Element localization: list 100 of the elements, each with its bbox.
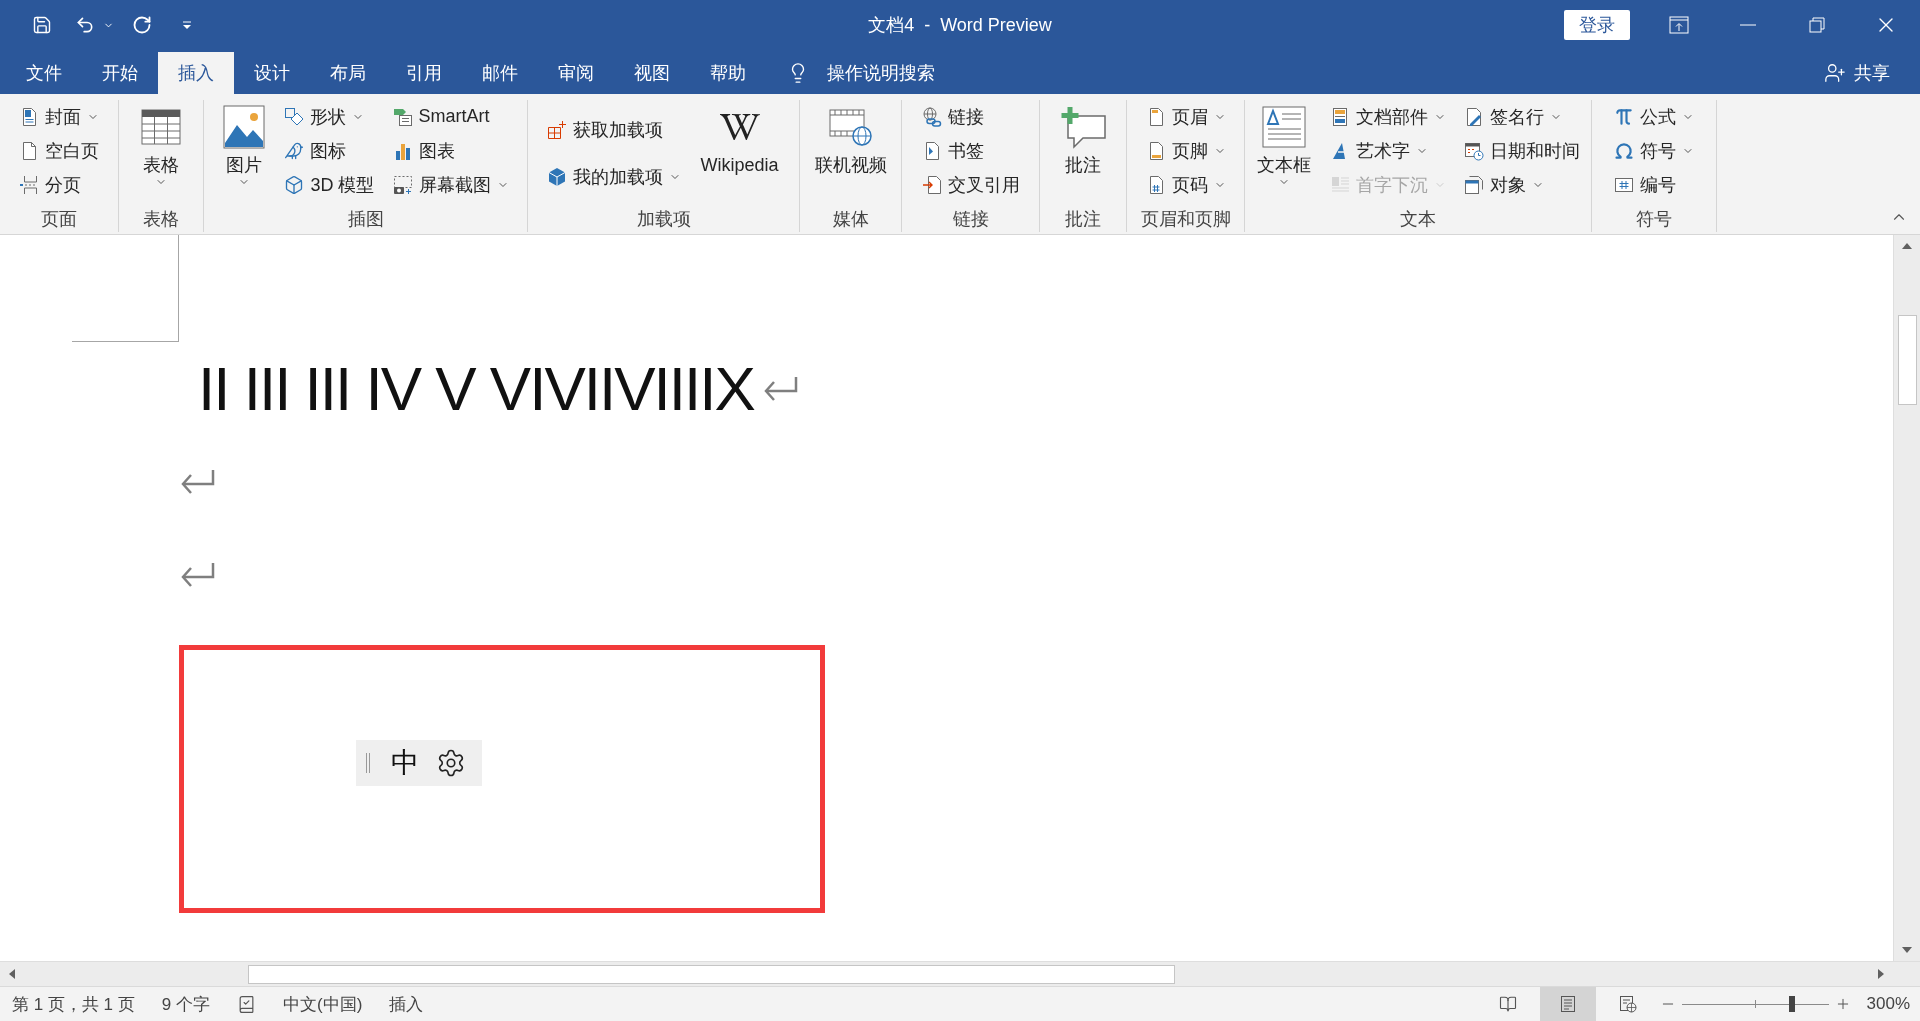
ribbon-button[interactable]: 图表 xyxy=(389,134,458,167)
zoom-slider-thumb[interactable] xyxy=(1788,996,1795,1012)
group-label: 符号 xyxy=(1635,208,1673,231)
paragraph-mark-icon xyxy=(179,467,216,496)
ribbon-button[interactable]: 形状 xyxy=(281,100,368,133)
ime-mode-button[interactable]: 中 xyxy=(391,749,419,777)
shapes-icon xyxy=(284,106,305,127)
group-label: 媒体 xyxy=(831,208,870,231)
ribbon-button[interactable]: 屏幕截图 xyxy=(389,168,512,201)
drop-cap-icon xyxy=(1330,174,1350,195)
redo-icon[interactable] xyxy=(132,15,152,35)
ribbon-tab[interactable]: 邮件 xyxy=(462,52,538,94)
book-check-icon[interactable] xyxy=(237,994,256,1014)
ribbon-button[interactable]: 艺术字 xyxy=(1327,134,1431,167)
film-globe-icon xyxy=(828,107,873,147)
group-label: 表格 xyxy=(142,208,180,231)
screenshot-icon xyxy=(392,174,413,195)
ribbon-button[interactable]: 页眉 xyxy=(1142,100,1229,133)
ribbon-button[interactable]: 文档部件 xyxy=(1327,100,1449,133)
ribbon-button[interactable]: 空白页 xyxy=(16,134,102,167)
page-pen-icon xyxy=(1464,106,1484,127)
ribbon-button[interactable]: 表格 xyxy=(137,100,185,188)
ribbon-button[interactable]: 图标 xyxy=(281,134,350,167)
ribbon-button[interactable]: 书签 xyxy=(918,134,987,167)
horizontal-scrollbar[interactable] xyxy=(0,961,1920,986)
ribbon-button[interactable]: 交叉引用 xyxy=(918,168,1023,201)
picture-icon xyxy=(223,105,266,149)
ribbon-button[interactable]: 日期和时间 xyxy=(1461,134,1583,167)
omega-icon xyxy=(1614,140,1634,161)
zoom-level[interactable]: 300% xyxy=(1866,994,1910,1014)
share-button[interactable]: 共享 xyxy=(1824,52,1890,94)
ribbon-button[interactable]: 签名行 xyxy=(1461,100,1565,133)
right-arrow-icon[interactable] xyxy=(1878,969,1884,979)
ribbon-tab[interactable]: 布局 xyxy=(310,52,386,94)
group-label: 插图 xyxy=(346,208,385,231)
ribbon-button[interactable]: 我的加载项 xyxy=(544,160,685,193)
ribbon-button[interactable]: 获取加载项 xyxy=(544,113,667,146)
diagram-icon xyxy=(392,106,413,127)
web-layout-icon xyxy=(1618,995,1637,1013)
ribbon-button[interactable]: 公式 xyxy=(1611,100,1697,133)
sign-in-button[interactable]: 登录 xyxy=(1564,10,1630,40)
word-count[interactable]: 9 个字 xyxy=(161,992,210,1016)
paragraph-mark-icon xyxy=(179,560,216,589)
group-label: 链接 xyxy=(951,208,990,231)
ribbon-button[interactable]: 页码 xyxy=(1142,168,1229,201)
ribbon-button[interactable]: 分页 xyxy=(16,168,84,201)
group-label: 文本 xyxy=(1399,208,1437,231)
person-plus-icon xyxy=(1824,62,1846,84)
grip-icon xyxy=(365,753,371,773)
ribbon-tab[interactable]: 视图 xyxy=(614,52,690,94)
down-arrow-icon[interactable] xyxy=(1902,947,1912,953)
ribbon-button[interactable]: 封面 xyxy=(16,100,102,133)
open-book-icon xyxy=(1498,995,1517,1013)
ribbon-button[interactable]: SmartArt xyxy=(389,100,493,133)
ribbon-button[interactable]: 3D 模型 xyxy=(281,168,378,201)
up-arrow-icon[interactable] xyxy=(1902,243,1912,249)
ribbon-button[interactable]: 联机视频 xyxy=(810,100,891,176)
view-button[interactable] xyxy=(1539,987,1596,1021)
restore-icon[interactable] xyxy=(1808,17,1825,33)
scrollbar-thumb[interactable] xyxy=(1897,315,1917,405)
ribbon-tab[interactable]: 开始 xyxy=(82,52,158,94)
vertical-scrollbar[interactable] xyxy=(1893,235,1920,961)
ribbon-tab[interactable]: 引用 xyxy=(386,52,462,94)
ribbon-tab[interactable]: 文件 xyxy=(6,52,82,94)
ribbon-button[interactable]: 页脚 xyxy=(1142,134,1229,167)
ribbon-tab[interactable]: 帮助 xyxy=(690,52,766,94)
page-arrow-icon xyxy=(921,174,942,195)
ribbon-button[interactable]: 对象 xyxy=(1461,168,1547,201)
tell-me-search[interactable]: 操作说明搜索 xyxy=(787,52,935,94)
ribbon-tab[interactable]: 审阅 xyxy=(538,52,614,94)
ribbon-button[interactable]: 链接 xyxy=(918,100,987,133)
language-indicator[interactable]: 中文(中国) xyxy=(283,992,363,1016)
ribbon-tab[interactable]: 设计 xyxy=(234,52,310,94)
save-icon[interactable] xyxy=(32,15,52,35)
settings-icon[interactable] xyxy=(436,748,466,778)
ribbon-button[interactable]: Wikipedia xyxy=(696,100,783,176)
ribbon-tab[interactable]: 插入 xyxy=(158,52,234,94)
window-title: 文档4 - Word Preview xyxy=(868,14,1052,37)
table-icon xyxy=(141,109,181,145)
window-arrow-icon[interactable] xyxy=(1668,16,1689,34)
group-label: 页眉和页脚 xyxy=(1139,208,1232,231)
ribbon-button[interactable]: 图片 xyxy=(219,100,270,188)
grid-plus-icon xyxy=(547,119,568,140)
pi-icon xyxy=(1614,106,1634,127)
comment-plus-icon xyxy=(1059,105,1107,149)
ribbon-button[interactable]: 文本框 xyxy=(1253,100,1315,188)
customize-icon[interactable] xyxy=(182,20,192,30)
minimize-icon[interactable] xyxy=(1739,24,1756,26)
group-label: 加载项 xyxy=(635,208,692,231)
undo-icon[interactable] xyxy=(75,15,95,35)
ribbon-button[interactable]: 批注 xyxy=(1055,100,1111,176)
input-mode-indicator[interactable]: 插入 xyxy=(389,992,424,1016)
ribbon-button[interactable]: 编号 xyxy=(1611,168,1679,201)
left-arrow-icon[interactable] xyxy=(9,969,15,979)
cube-icon xyxy=(284,174,305,195)
scrollbar-thumb[interactable] xyxy=(248,964,1175,984)
ribbon-button[interactable]: 符号 xyxy=(1611,134,1697,167)
calendar-clock-icon xyxy=(1464,140,1484,161)
cube-icon xyxy=(547,166,568,187)
page-indicator[interactable]: 第 1 页，共 1 页 xyxy=(12,992,135,1016)
